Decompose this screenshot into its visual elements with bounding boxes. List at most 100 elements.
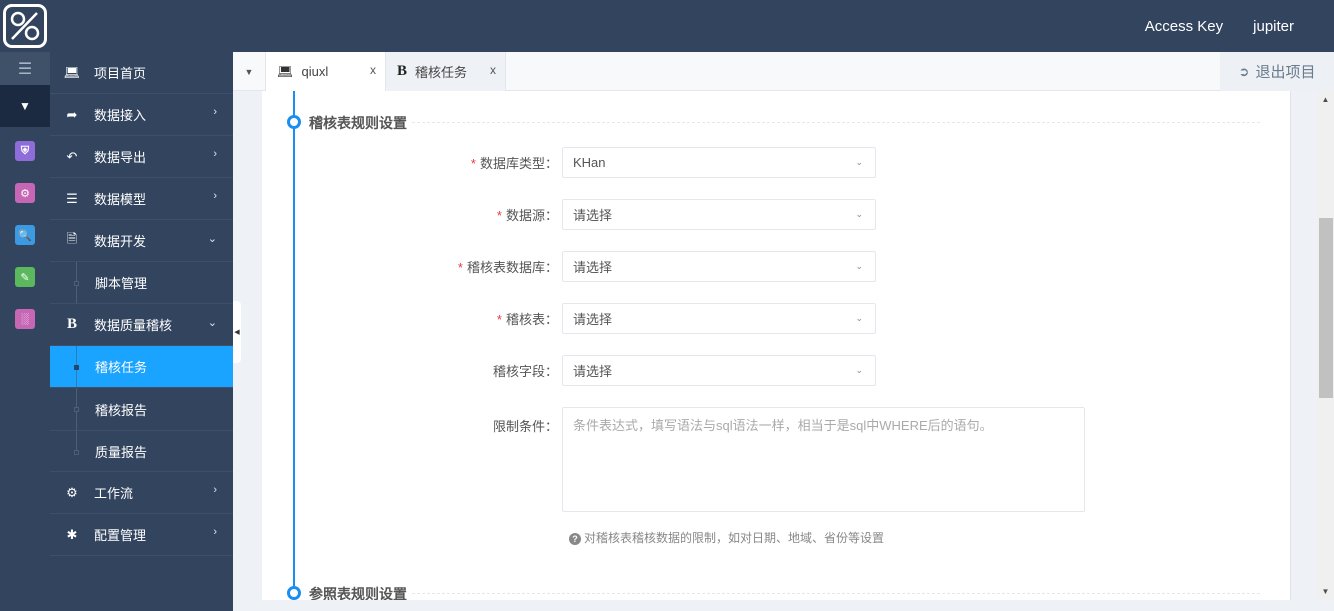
cogs-icon: ⚙: [66, 484, 78, 500]
section-title-reference-table: 参照表规则设置: [309, 586, 407, 600]
sidebar-item-label: 数据模型: [94, 192, 147, 207]
chevron-right-icon: ›: [213, 526, 217, 538]
form-label: 限制条件：: [492, 419, 558, 434]
sidebar-item-data-quality[interactable]: B 数据质量稽核 ⌄: [50, 304, 233, 346]
chevron-right-icon: ›: [213, 148, 217, 160]
exit-project-button[interactable]: ➲ 退出项目: [1220, 52, 1334, 91]
help-text: ? 对稽核表稽核数据的限制，如对日期、地域、省份等设置: [569, 529, 884, 546]
tab-audit-task[interactable]: B 稽核任务 x: [386, 52, 506, 91]
section-divider: [412, 122, 1260, 123]
chevron-down-icon: ⌄: [855, 261, 863, 271]
required-mark: *: [457, 260, 463, 275]
sidebar-item-config[interactable]: ✱ 配置管理 ›: [50, 514, 233, 556]
form-row-audit-database: * 稽核表数据库： 请选择 ⌄: [262, 251, 876, 282]
sidebar-item-label: 工作流: [94, 486, 134, 501]
scroll-down-arrow-icon[interactable]: ▼: [1317, 583, 1334, 600]
form-label: * 稽核表数据库：: [457, 260, 558, 275]
form-label: * 稽核表：: [496, 312, 558, 327]
audit-database-select[interactable]: 请选择 ⌄: [562, 251, 876, 282]
form-label: 稽核字段：: [492, 364, 558, 379]
user-menu[interactable]: jupiter: [1253, 18, 1294, 35]
bold-b-icon: B: [66, 316, 77, 332]
rail-item-security[interactable]: ⛨: [0, 130, 50, 172]
sidebar-item-home[interactable]: 💻︎ 项目首页: [50, 52, 233, 94]
rail-dropdown-button[interactable]: ▼: [0, 85, 50, 127]
calendar-gear-icon: ⚙: [15, 183, 35, 203]
gear-icon: ✱: [66, 526, 78, 542]
sidebar-item-label: 数据开发: [94, 234, 147, 249]
audit-field-select[interactable]: 请选择 ⌄: [562, 355, 876, 386]
tab-label: qiuxl: [301, 64, 329, 79]
sidebar-item-label: 数据导出: [94, 150, 147, 165]
sidebar-subitem-audit-report[interactable]: 稽核报告: [50, 388, 233, 430]
sidebar-subitem-audit-task[interactable]: 稽核任务: [50, 346, 233, 388]
reply-icon: ↶: [66, 148, 78, 164]
sidebar-item-data-export[interactable]: ↶ 数据导出 ›: [50, 136, 233, 178]
tab-list-dropdown[interactable]: ▼: [233, 52, 265, 91]
chevron-right-icon: ›: [213, 190, 217, 202]
menu-toggle-button[interactable]: ☰: [0, 52, 50, 85]
chevron-down-icon: ⌄: [855, 209, 863, 219]
audit-table-select[interactable]: 请选择 ⌄: [562, 303, 876, 334]
access-key-link[interactable]: Access Key: [1145, 18, 1223, 35]
caret-left-icon: ◀: [234, 329, 240, 336]
database-icon: ☰: [66, 190, 78, 206]
rail-item-database[interactable]: ✎: [0, 256, 50, 298]
form-label: * 数据库类型：: [470, 156, 558, 171]
sidebar-item-data-model[interactable]: ☰ 数据模型 ›: [50, 178, 233, 220]
form-row-db-type: * 数据库类型： KHan ⌄: [262, 147, 876, 178]
section-divider: [412, 593, 1260, 594]
sidebar-item-data-dev[interactable]: 🗎︎ 数据开发 ⌄: [50, 220, 233, 262]
shield-icon: ⛨: [15, 141, 35, 161]
chevron-down-icon: ⌄: [855, 313, 863, 323]
close-icon[interactable]: x: [490, 63, 496, 77]
sidebar-menu: 💻︎ 项目首页 ➦ 数据接入 › ↶ 数据导出 › ☰ 数据模型 › 🗎︎ 数据…: [50, 52, 233, 611]
select-value: 请选择: [573, 312, 613, 327]
chevron-right-icon: ›: [213, 484, 217, 496]
tab-qiuxl[interactable]: 💻︎ qiuxl x: [265, 52, 386, 91]
rail-item-search[interactable]: 🔍: [0, 214, 50, 256]
content-panel: 稽核表规则设置 * 数据库类型： KHan ⌄ * 数据源： 请选择 ⌄ * 稽核表数…: [262, 91, 1291, 600]
rail-item-schedule[interactable]: ⚙: [0, 172, 50, 214]
rail-item-charts[interactable]: ░: [0, 298, 50, 340]
sidebar-item-label: 脚本管理: [95, 276, 148, 291]
folder-search-icon: 🔍: [15, 225, 35, 245]
caret-down-icon: ▼: [244, 66, 254, 77]
exit-project-label: 退出项目: [1255, 64, 1316, 81]
scroll-up-arrow-icon[interactable]: ▲: [1317, 91, 1334, 108]
form-row-condition: 限制条件：: [262, 407, 1085, 512]
sign-out-icon: ➲: [1238, 63, 1250, 79]
caret-down-icon: ▼: [19, 99, 31, 113]
sidebar-item-label: 数据质量稽核: [94, 318, 173, 333]
datasource-select[interactable]: 请选择 ⌄: [562, 199, 876, 230]
form-label: * 数据源：: [496, 208, 558, 223]
condition-textarea[interactable]: [562, 407, 1085, 512]
sidebar-collapse-handle[interactable]: ◀: [233, 301, 241, 363]
required-mark: *: [496, 208, 502, 223]
timeline-node: [287, 586, 301, 600]
app-logo[interactable]: [3, 4, 47, 48]
top-bar: Access Key jupiter: [0, 0, 1334, 52]
form-row-datasource: * 数据源： 请选择 ⌄: [262, 199, 876, 230]
db-type-select[interactable]: KHan ⌄: [562, 147, 876, 178]
section-title-audit-table: 稽核表规则设置: [309, 115, 407, 131]
sidebar-subitem-quality-report[interactable]: 质量报告: [50, 430, 233, 472]
chevron-down-icon: ⌄: [207, 317, 217, 329]
sidebar-item-label: 项目首页: [94, 66, 147, 81]
sidebar-item-label: 稽核任务: [95, 360, 148, 375]
scrollbar-thumb[interactable]: [1319, 218, 1333, 398]
monitor-icon: 💻︎: [277, 63, 294, 79]
sidebar-item-data-import[interactable]: ➦ 数据接入 ›: [50, 94, 233, 136]
file-code-icon: 🗎︎: [66, 230, 78, 246]
share-icon: ➦: [66, 106, 78, 122]
icon-rail: ☰ ▼ ⛨ ⚙ 🔍 ✎ ░: [0, 52, 50, 611]
select-value: 请选择: [573, 364, 613, 379]
chevron-down-icon: ⌄: [855, 157, 863, 167]
sidebar-subitem-script-management[interactable]: 脚本管理: [50, 262, 233, 304]
close-icon[interactable]: x: [370, 63, 376, 77]
monitor-icon: 💻︎: [63, 64, 81, 80]
question-circle-icon: ?: [569, 533, 581, 545]
select-value: 请选择: [573, 260, 613, 275]
sidebar-item-workflow[interactable]: ⚙ 工作流 ›: [50, 472, 233, 514]
page-scrollbar[interactable]: ▲ ▼: [1317, 91, 1334, 600]
